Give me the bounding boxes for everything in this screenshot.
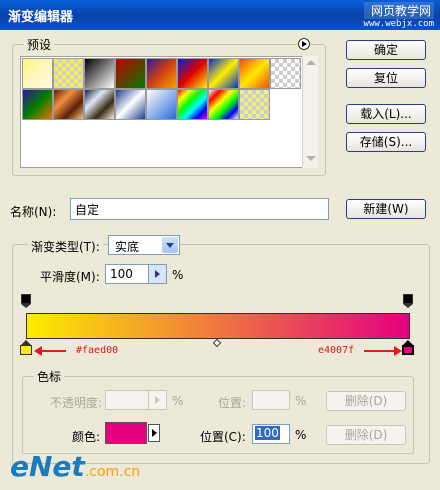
watermark-domain: .com.cn (84, 464, 141, 480)
color-stop-right-swatch (402, 345, 414, 355)
location-label: 位置(C): (200, 430, 246, 444)
opacity-delete-button[interactable]: 删除(D) (326, 391, 406, 411)
opacity-stop-right[interactable] (403, 294, 413, 308)
load-button[interactable]: 载入(L)... (346, 104, 426, 124)
preset-swatch-transparent-stripes[interactable] (270, 58, 301, 89)
preset-swatch-silver[interactable] (115, 89, 146, 120)
ok-button[interactable]: 确定 (346, 40, 426, 60)
gradient-type-label: 渐变类型(T): (28, 238, 103, 255)
arrow-right-icon (155, 270, 160, 278)
arrow-right-icon (155, 396, 160, 404)
smoothness-value: 100 (110, 267, 133, 281)
opacity-stop-left-tip (21, 304, 31, 308)
preset-swatch-blue-yellow-blue[interactable] (208, 58, 239, 89)
scroll-up-icon[interactable] (306, 60, 316, 65)
color-stop-right[interactable] (402, 340, 414, 356)
opacity-location-label: 位置: (218, 396, 247, 410)
opacity-field[interactable] (105, 390, 167, 410)
presets-label: 预设 (24, 36, 55, 53)
preset-swatch-fg-bg[interactable] (22, 58, 53, 89)
opacity-slider-button[interactable] (148, 391, 166, 409)
presets-scrollbar[interactable] (302, 56, 318, 168)
annotation-arrow-right-icon (394, 346, 402, 356)
preset-swatch-chrome[interactable] (84, 89, 115, 120)
start-color-hex-label: #faed00 (76, 345, 119, 356)
preset-swatch-yellow-stripes[interactable] (239, 89, 270, 120)
color-swatch[interactable] (105, 422, 147, 444)
color-delete-button[interactable]: 删除(D) (326, 425, 406, 445)
name-label: 名称(N): (10, 205, 57, 219)
watermark-url: www.webjx.com (363, 19, 434, 29)
opacity-stop-left[interactable] (21, 294, 31, 308)
save-button[interactable]: 存储(S)... (346, 132, 426, 152)
opacity-location-unit: % (295, 394, 307, 408)
location-value: 100 (255, 426, 280, 440)
opacity-stop-right-body (403, 294, 413, 304)
arrow-right-icon (152, 429, 157, 437)
preset-swatch-red-green[interactable] (115, 58, 146, 89)
preset-swatch-spectrum[interactable] (177, 89, 208, 120)
title-bar: 渐变编辑器 网页教学网 www.webjx.com (0, 0, 440, 30)
opacity-label: 不透明度: (50, 396, 103, 410)
preset-swatch-blue-red-yellow[interactable] (177, 58, 208, 89)
enet-watermark: eNet.com.cn (10, 450, 140, 483)
smoothness-label: 平滑度(M): (40, 270, 100, 284)
end-color-hex-label: e4007f (318, 345, 355, 356)
opacity-location-field[interactable] (252, 390, 290, 410)
opacity-stop-right-tip (403, 304, 413, 308)
opacity-unit: % (172, 394, 184, 408)
dropdown-button[interactable] (162, 237, 178, 253)
presets-menu-button[interactable] (298, 38, 310, 50)
new-button[interactable]: 新建(W) (346, 199, 426, 219)
smoothness-slider-button[interactable] (148, 265, 166, 283)
circle-arrow-right-icon (302, 41, 307, 47)
chevron-down-icon (166, 243, 174, 248)
color-menu-button[interactable] (148, 424, 160, 442)
color-stop-left-swatch (20, 345, 32, 355)
gradient-type-value: 实底 (115, 240, 140, 254)
preset-swatch-blue-white[interactable] (146, 89, 177, 120)
preset-grid-empty (22, 121, 302, 165)
window-title: 渐变编辑器 (8, 10, 74, 25)
location-unit: % (295, 428, 307, 442)
annotation-line-right (364, 350, 394, 352)
gradient-preview-bar[interactable] (26, 313, 410, 339)
color-stop-left[interactable] (20, 340, 32, 356)
annotation-line-left (40, 350, 66, 352)
preset-swatch-copper[interactable] (53, 89, 84, 120)
preset-swatch-violet-green-orange[interactable] (22, 89, 53, 120)
preset-swatch-violet-orange[interactable] (146, 58, 177, 89)
preset-swatch-grid (20, 56, 310, 168)
location-field[interactable]: 100 (252, 424, 290, 444)
preset-swatch-black-white[interactable] (84, 58, 115, 89)
smoothness-unit: % (172, 268, 184, 282)
scroll-down-icon[interactable] (306, 156, 316, 161)
reset-button[interactable]: 复位 (346, 68, 426, 88)
preset-swatch-orange-yellow[interactable] (239, 58, 270, 89)
watermark-site: 网页教学网 (363, 2, 434, 19)
preset-swatch-fg-transparent[interactable] (53, 58, 84, 89)
watermark-top: 网页教学网 www.webjx.com (363, 2, 434, 29)
stops-label: 色标 (34, 368, 65, 385)
smoothness-field[interactable]: 100 (105, 264, 167, 284)
gradient-type-select[interactable]: 实底 (108, 235, 180, 255)
color-label: 颜色: (72, 430, 101, 444)
opacity-stop-left-body (21, 294, 31, 304)
preset-swatch-rainbow-transparent[interactable] (208, 89, 239, 120)
watermark-logo: eNet (10, 450, 85, 483)
name-field[interactable] (70, 198, 329, 220)
